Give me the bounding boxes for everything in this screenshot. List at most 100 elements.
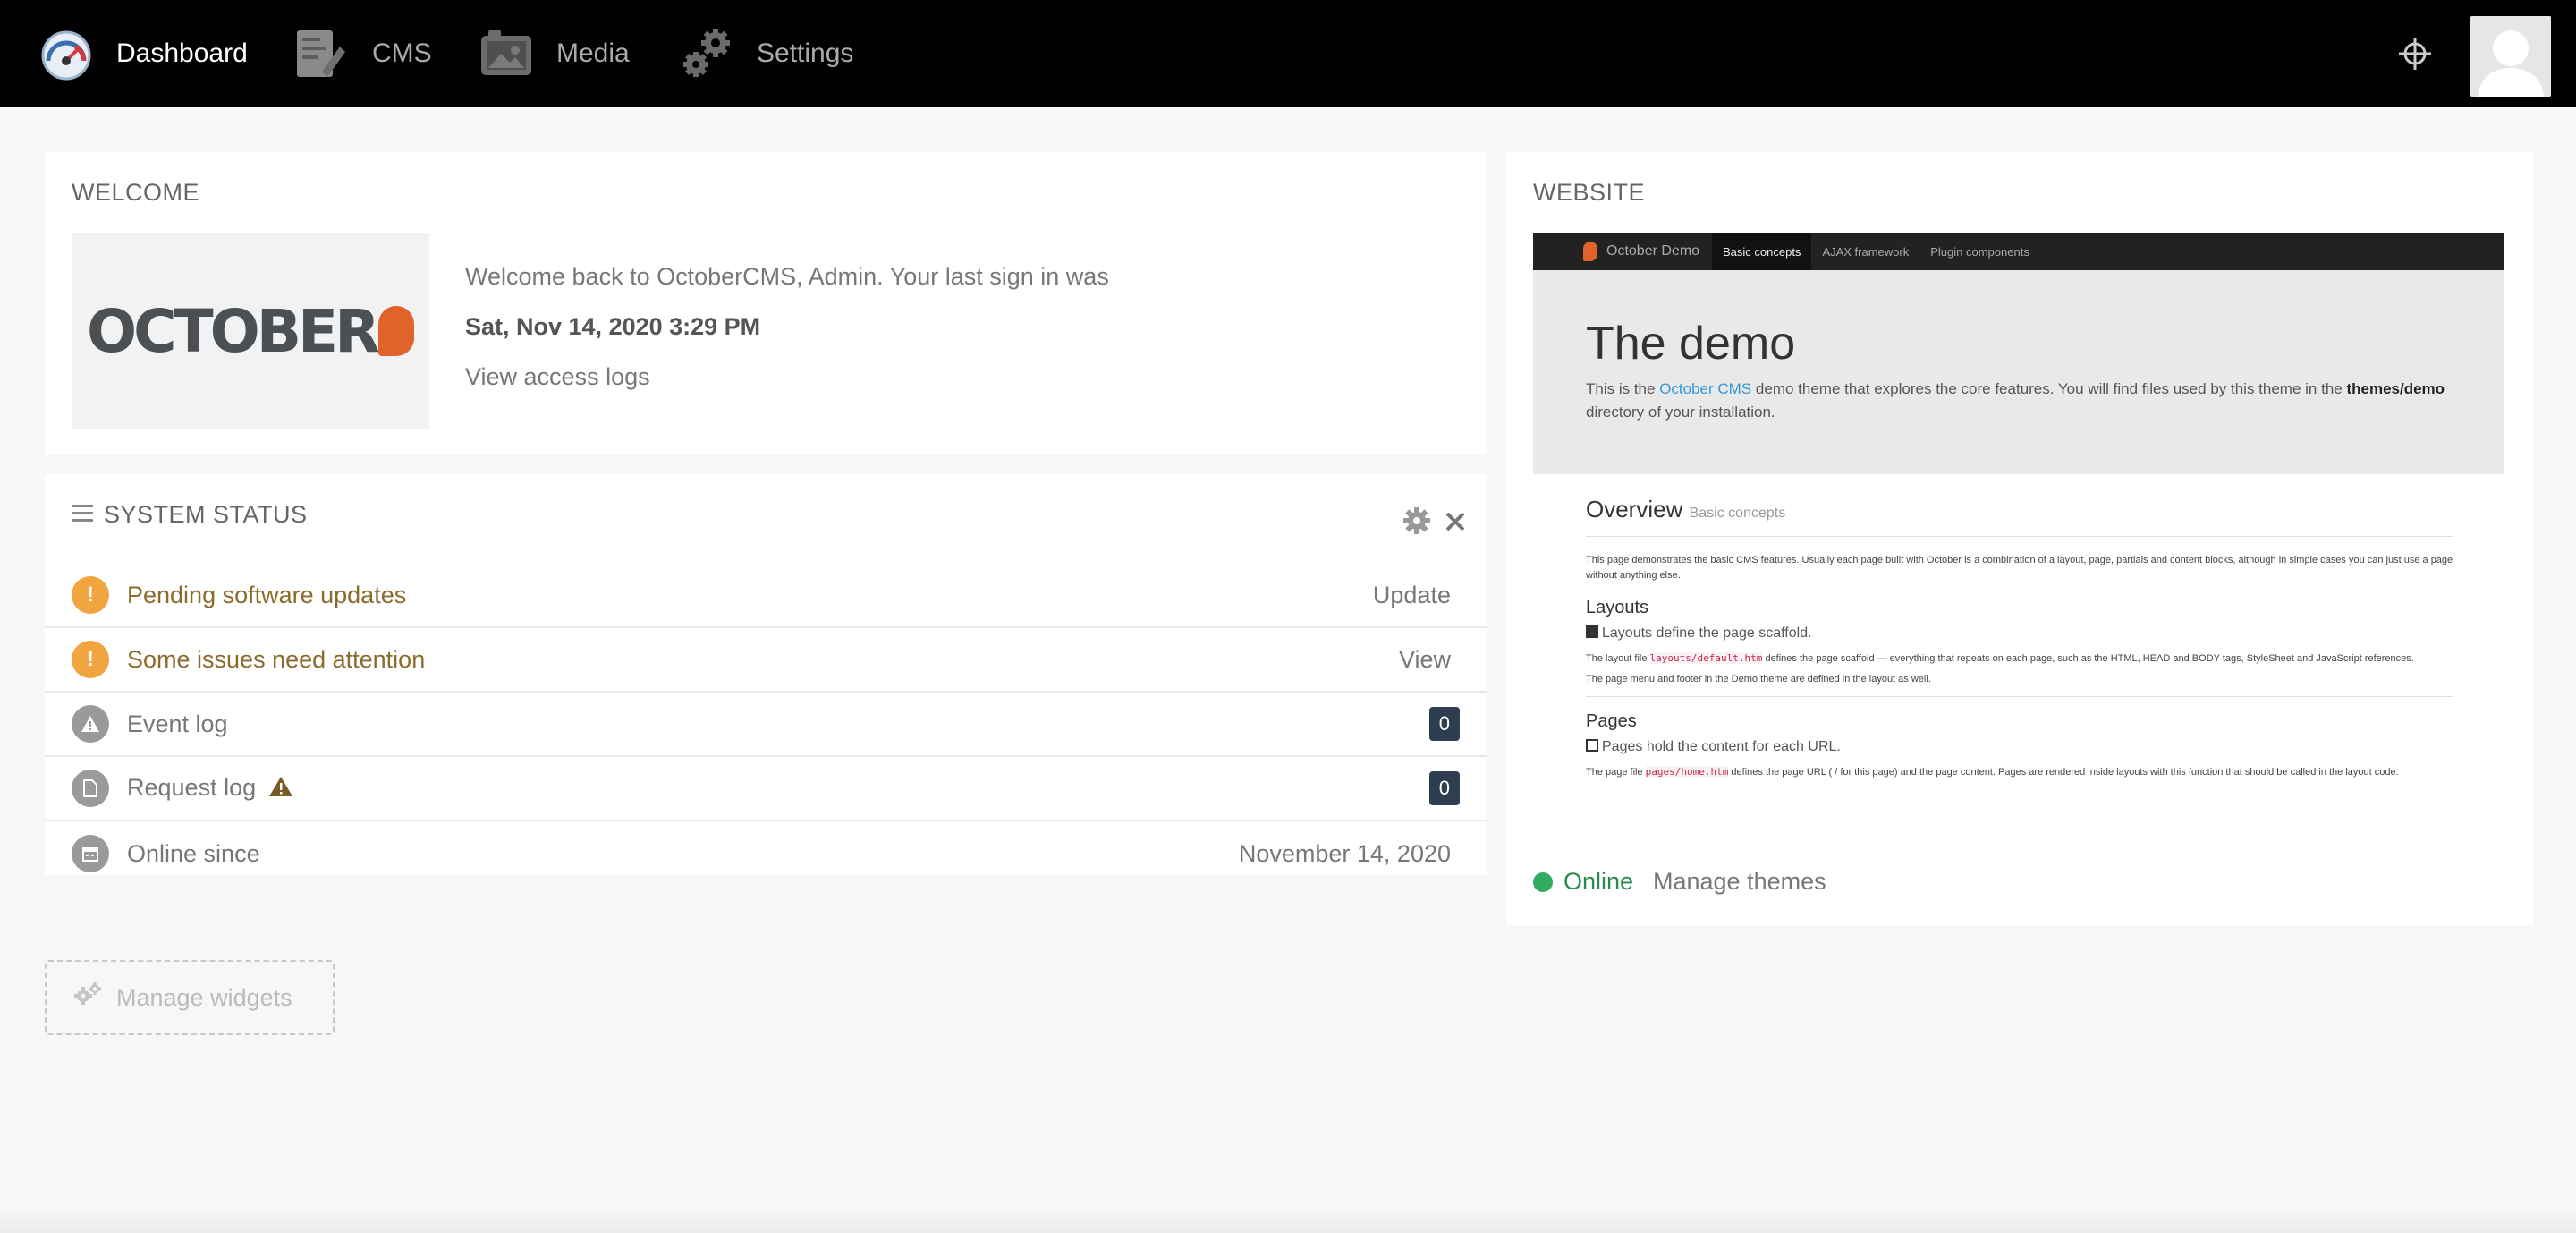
online-since-date: November 14, 2020 xyxy=(1238,839,1451,867)
layouts-text-2: The page menu and footer in the Demo the… xyxy=(1586,674,1931,685)
exclamation-icon: ! xyxy=(72,576,109,614)
pages-subtitle-row: Pages hold the content for each URL. xyxy=(1586,739,2462,755)
pages-title: Pages xyxy=(1586,711,1637,731)
preview-body: Overview Basic concepts This page demons… xyxy=(1586,492,2462,780)
status-row-event-log[interactable]: Event log 0 xyxy=(45,693,1487,757)
welcome-widget: Welcome OCTOBER Welcome back to OctoberC… xyxy=(45,152,1487,455)
status-row-updates[interactable]: ! Pending software updates Update xyxy=(45,564,1487,628)
nav-label: Media xyxy=(556,38,630,68)
grid-icon xyxy=(1586,625,1598,638)
exclamation-icon: ! xyxy=(72,641,109,678)
welcome-title: Welcome xyxy=(72,179,200,206)
calendar-icon xyxy=(72,835,109,872)
manage-widgets-label: Manage widgets xyxy=(116,983,292,1011)
manage-themes-link[interactable]: Manage themes xyxy=(1653,868,1826,896)
status-row-request-log[interactable]: Request log 0 xyxy=(45,757,1487,821)
system-status-widget: System status ! Pending software updates… xyxy=(45,474,1487,875)
nav-item-media[interactable]: Media xyxy=(479,0,630,107)
close-icon[interactable] xyxy=(1445,512,1465,536)
settings-gears-icon xyxy=(680,27,733,81)
dashboard-gauge-icon xyxy=(39,27,93,81)
copy-icon xyxy=(1586,739,1598,752)
lead-bold: themes/demo xyxy=(2346,380,2445,397)
user-avatar[interactable] xyxy=(2470,16,2551,97)
nav-item-dashboard[interactable]: Dashboard xyxy=(39,0,248,107)
preview-lead: This is the October CMS demo theme that … xyxy=(1586,378,2480,424)
gear-icon[interactable] xyxy=(1402,506,1431,540)
code-snippet: pages/home.htm xyxy=(1645,766,1729,778)
lead-link: October CMS xyxy=(1659,380,1752,397)
text-part: defines the page URL ( / for this page) … xyxy=(1728,767,2399,778)
file-icon xyxy=(72,770,109,807)
pages-subtitle: Pages hold the content for each URL. xyxy=(1602,739,1841,754)
overview-subtitle: Basic concepts xyxy=(1689,506,1786,521)
text-part: defines the page scaffold — everything t… xyxy=(1762,653,2414,664)
top-navigation-bar: Dashboard CMS Media Settings xyxy=(0,0,2576,107)
preview-brand: October Demo xyxy=(1533,242,1712,261)
gears-icon xyxy=(73,982,102,1015)
status-label: Some issues need attention xyxy=(127,645,426,673)
nav-label: Settings xyxy=(757,38,854,68)
layouts-subtitle-row: Layouts define the page scaffold. xyxy=(1586,625,2462,642)
cms-pages-icon xyxy=(295,27,349,81)
status-label: Event log xyxy=(127,710,228,737)
online-status-dot-icon xyxy=(1533,872,1553,892)
footer-shadow xyxy=(0,1206,2576,1233)
layouts-subtitle: Layouts define the page scaffold. xyxy=(1602,625,1812,641)
nav-label: CMS xyxy=(372,38,432,68)
preview-hero: The demo This is the October CMS demo th… xyxy=(1533,270,2504,474)
preview-divider xyxy=(1586,536,2453,537)
warning-triangle-icon xyxy=(268,776,293,804)
overview-title: Overview xyxy=(1586,496,1683,523)
media-camera-icon xyxy=(479,27,533,81)
lead-prefix: This is the xyxy=(1586,380,1660,397)
lead-mid: demo theme that explores the core featur… xyxy=(1751,380,2347,397)
preview-menu-item: Basic concepts xyxy=(1712,233,1812,270)
preview-divider xyxy=(1586,696,2453,697)
status-row-online-since: Online since November 14, 2020 xyxy=(45,821,1487,886)
overview-text: This page demonstrates the basic CMS fea… xyxy=(1586,555,2453,581)
event-log-count-badge: 0 xyxy=(1428,707,1460,741)
update-link[interactable]: Update xyxy=(1373,582,1451,609)
view-link[interactable]: View xyxy=(1399,646,1451,674)
text-part: The layout file xyxy=(1586,653,1650,664)
lead-suffix: directory of your installation. xyxy=(1586,404,1775,421)
website-widget: Website October Demo Basic concepts AJAX… xyxy=(1506,152,2533,925)
manage-widgets-button[interactable]: Manage widgets xyxy=(45,960,335,1035)
preview-overview-heading: Overview Basic concepts xyxy=(1586,496,2462,523)
status-row-issues[interactable]: ! Some issues need attention View xyxy=(45,628,1487,693)
system-status-title: System status xyxy=(104,501,308,528)
status-list: ! Pending software updates Update ! Some… xyxy=(45,564,1487,886)
status-label-wrap: Request log xyxy=(127,774,293,804)
request-log-count-badge: 0 xyxy=(1428,771,1460,805)
preview-brand-label: October Demo xyxy=(1606,243,1700,259)
preview-heading: The demo xyxy=(1586,318,1796,370)
nav-item-settings[interactable]: Settings xyxy=(680,0,853,107)
code-snippet: layouts/default.htm xyxy=(1649,652,1763,664)
nav-label: Dashboard xyxy=(116,38,248,68)
user-silhouette-icon xyxy=(2470,16,2551,97)
online-status-label: Online xyxy=(1563,868,1634,895)
last-sign-in-date: Sat, Nov 14, 2020 3:29 PM xyxy=(465,313,761,340)
pages-text: The page file pages/home.htm defines the… xyxy=(1586,764,2462,780)
layouts-title: Layouts xyxy=(1586,598,1649,617)
preview-navbar: October Demo Basic concepts AJAX framewo… xyxy=(1533,233,2504,270)
text-part: The page file xyxy=(1586,767,1646,778)
warning-icon xyxy=(72,705,109,743)
status-label: Request log xyxy=(127,773,257,801)
preview-menu-item: AJAX framework xyxy=(1822,244,1910,259)
welcome-message: Welcome back to OctoberCMS, Admin. Your … xyxy=(465,263,1109,290)
leaf-icon xyxy=(1583,242,1597,261)
status-label: Pending software updates xyxy=(127,581,407,608)
view-access-logs-link[interactable]: View access logs xyxy=(465,363,650,391)
layouts-text-1: The layout file layouts/default.htm defi… xyxy=(1586,651,2462,667)
site-status: Online xyxy=(1533,868,1633,896)
nav-item-cms[interactable]: CMS xyxy=(295,0,432,107)
website-title: Website xyxy=(1533,179,1646,206)
crosshair-icon[interactable] xyxy=(2397,36,2433,72)
status-label: Online since xyxy=(127,839,260,867)
drag-handle-icon[interactable] xyxy=(72,505,93,527)
logo-text: OCTOBER xyxy=(87,296,380,366)
website-preview-screenshot[interactable]: October Demo Basic concepts AJAX framewo… xyxy=(1533,233,2504,841)
leaf-icon xyxy=(377,306,414,356)
